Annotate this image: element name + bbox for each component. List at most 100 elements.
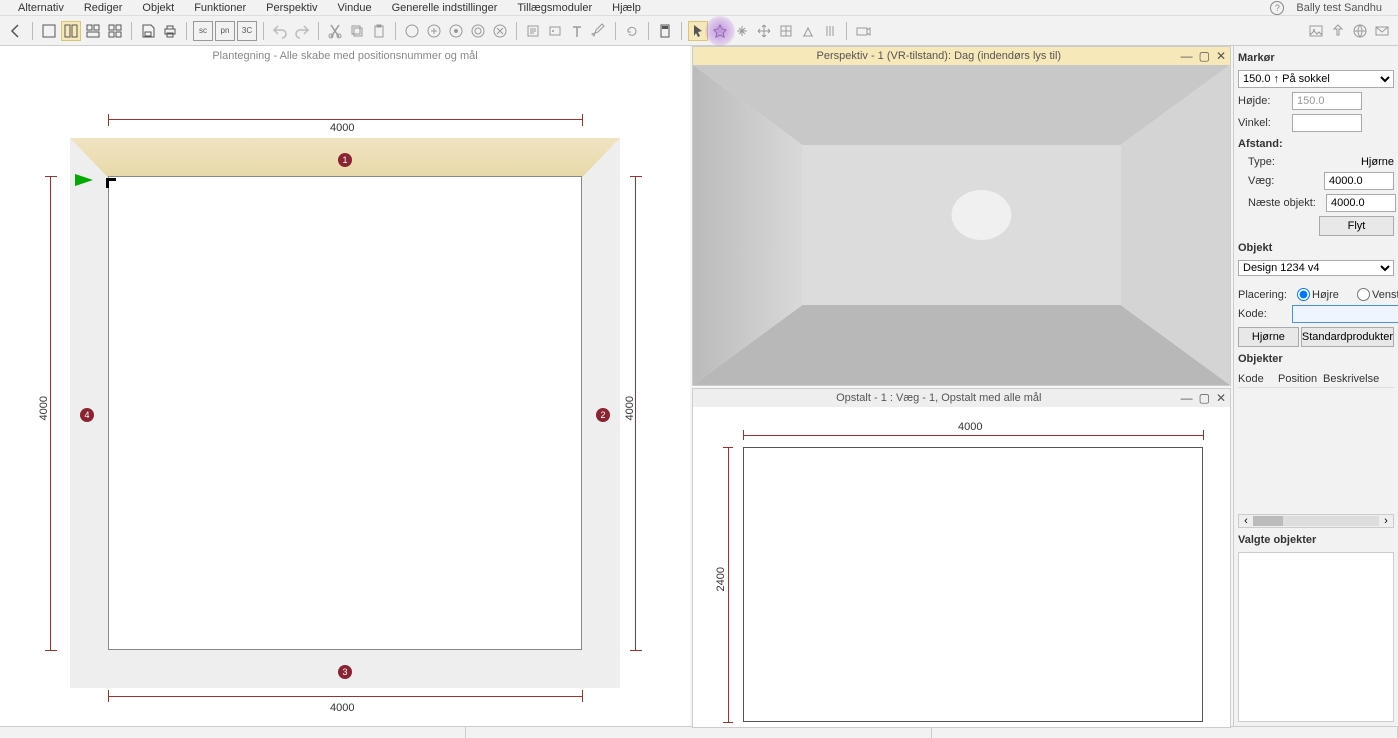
menu-tillaeg[interactable]: Tillægsmoduler bbox=[507, 0, 602, 16]
wall-badge-4[interactable]: 4 bbox=[80, 408, 94, 422]
circle-x-icon[interactable] bbox=[490, 21, 510, 41]
tag-icon[interactable] bbox=[545, 21, 565, 41]
standard-products-button[interactable]: Standardprodukter bbox=[1301, 327, 1394, 347]
menu-perspektiv[interactable]: Perspektiv bbox=[256, 0, 327, 16]
plan-view-panel[interactable]: Plantegning - Alle skabe med positionsnu… bbox=[0, 46, 690, 726]
close-icon[interactable]: ✕ bbox=[1216, 391, 1226, 405]
menu-alternativ[interactable]: Alternativ bbox=[8, 0, 74, 16]
perspective-panel: Perspektiv - 1 (VR-tilstand): Dag (inden… bbox=[692, 46, 1231, 386]
scroll-left-icon[interactable]: ‹ bbox=[1239, 515, 1253, 527]
perspective-viewport[interactable] bbox=[693, 65, 1230, 385]
elev-dim-top: 4000 bbox=[958, 421, 982, 433]
close-icon[interactable]: ✕ bbox=[1216, 49, 1226, 63]
minimize-icon[interactable]: — bbox=[1181, 49, 1193, 63]
align-icon[interactable] bbox=[820, 21, 840, 41]
plan-dim-left: 4000 bbox=[38, 396, 50, 420]
layout-4-icon[interactable] bbox=[105, 21, 125, 41]
undo-icon[interactable] bbox=[270, 21, 290, 41]
scroll-right-icon[interactable]: › bbox=[1379, 515, 1393, 527]
note-icon[interactable] bbox=[523, 21, 543, 41]
angle-input[interactable] bbox=[1292, 114, 1362, 132]
help-icon[interactable]: ? bbox=[1270, 1, 1284, 15]
elevation-title: Opstalt - 1 : Væg - 1, Opstalt med alle … bbox=[697, 392, 1181, 404]
image-icon[interactable] bbox=[1306, 21, 1326, 41]
calc-icon[interactable] bbox=[655, 21, 675, 41]
menu-bar: Alternativ Rediger Objekt Funktioner Per… bbox=[0, 0, 1398, 16]
origin-arrow-icon bbox=[75, 174, 93, 186]
move-tool-icon[interactable] bbox=[754, 21, 774, 41]
circle-icon[interactable] bbox=[402, 21, 422, 41]
objects-list[interactable] bbox=[1238, 392, 1394, 510]
globe-icon[interactable] bbox=[1350, 21, 1370, 41]
code-label: Kode: bbox=[1238, 308, 1288, 320]
wall-badge-1[interactable]: 1 bbox=[338, 153, 352, 167]
menu-generelle[interactable]: Generelle indstillinger bbox=[382, 0, 508, 16]
menu-hjaelp[interactable]: Hjælp bbox=[602, 0, 651, 16]
circle-spiral-icon[interactable] bbox=[468, 21, 488, 41]
selected-objects-label: Valgte objekter bbox=[1238, 532, 1394, 548]
markor-select[interactable]: 150.0 ↑ På sokkel bbox=[1238, 70, 1394, 88]
circle-dot-icon[interactable] bbox=[446, 21, 466, 41]
cut-icon[interactable] bbox=[325, 21, 345, 41]
selected-objects-list[interactable] bbox=[1238, 552, 1394, 722]
menu-rediger[interactable]: Rediger bbox=[74, 0, 133, 16]
text-icon[interactable] bbox=[567, 21, 587, 41]
layout-2-icon[interactable] bbox=[61, 21, 81, 41]
cursor-icon[interactable] bbox=[688, 21, 708, 41]
layout-1-icon[interactable] bbox=[39, 21, 59, 41]
objects-scrollbar[interactable]: ‹ › bbox=[1238, 514, 1394, 528]
camera-icon[interactable] bbox=[853, 21, 873, 41]
threec-badge[interactable]: 3C bbox=[237, 21, 257, 41]
paste-icon[interactable] bbox=[369, 21, 389, 41]
mail-icon[interactable] bbox=[1372, 21, 1392, 41]
corner-button[interactable]: Hjørne bbox=[1238, 327, 1299, 347]
type-label: Type: bbox=[1248, 156, 1298, 168]
menu-funktioner[interactable]: Funktioner bbox=[184, 0, 256, 16]
height-input[interactable] bbox=[1292, 92, 1362, 110]
next-object-input[interactable] bbox=[1326, 194, 1396, 212]
objects-table-header: Kode Position Beskrivelse bbox=[1238, 371, 1394, 388]
layout-3-icon[interactable] bbox=[83, 21, 103, 41]
save-icon[interactable] bbox=[138, 21, 158, 41]
menu-vindue[interactable]: Vindue bbox=[328, 0, 382, 16]
wall-distance-input[interactable] bbox=[1324, 172, 1394, 190]
placement-right-radio[interactable]: Højre bbox=[1297, 288, 1347, 301]
elevation-wall-frame[interactable] bbox=[743, 447, 1203, 722]
redo-icon[interactable] bbox=[292, 21, 312, 41]
share-icon[interactable] bbox=[1328, 21, 1348, 41]
wall-badge-3[interactable]: 3 bbox=[338, 665, 352, 679]
placement-label: Placering: bbox=[1238, 289, 1293, 301]
objects-section-label: Objekter bbox=[1238, 351, 1394, 367]
snap-icon[interactable] bbox=[798, 21, 818, 41]
maximize-icon[interactable]: ▢ bbox=[1199, 49, 1210, 63]
rotate-icon[interactable] bbox=[622, 21, 642, 41]
sc-badge[interactable]: sc bbox=[193, 21, 213, 41]
menu-objekt[interactable]: Objekt bbox=[132, 0, 184, 16]
star-tool-icon[interactable] bbox=[710, 21, 730, 41]
print-icon[interactable] bbox=[160, 21, 180, 41]
object-select[interactable]: Design 1234 v4 bbox=[1238, 260, 1394, 276]
markor-section-label: Markør bbox=[1238, 50, 1394, 66]
maximize-icon[interactable]: ▢ bbox=[1199, 391, 1210, 405]
height-label: Højde: bbox=[1238, 95, 1288, 107]
edit-icon[interactable] bbox=[589, 21, 609, 41]
perspective-title: Perspektiv - 1 (VR-tilstand): Dag (inden… bbox=[697, 50, 1181, 62]
next-object-label: Næste objekt: bbox=[1248, 197, 1318, 209]
plan-dim-top: 4000 bbox=[330, 122, 354, 134]
back-icon[interactable] bbox=[6, 21, 26, 41]
placement-left-radio[interactable]: Venstre bbox=[1357, 288, 1398, 301]
grid-icon[interactable] bbox=[776, 21, 796, 41]
elevation-viewport[interactable]: 4000 2400 bbox=[693, 407, 1230, 727]
copy-icon[interactable] bbox=[347, 21, 367, 41]
star2-icon[interactable] bbox=[732, 21, 752, 41]
corner-type-value: Hjørne bbox=[1361, 156, 1394, 168]
pn-badge[interactable]: pn bbox=[215, 21, 235, 41]
room-interior[interactable] bbox=[108, 176, 582, 650]
elev-dim-left: 2400 bbox=[715, 567, 727, 591]
code-input[interactable] bbox=[1292, 305, 1398, 323]
minimize-icon[interactable]: — bbox=[1181, 391, 1193, 405]
object-section-label: Objekt bbox=[1238, 240, 1394, 256]
wall-badge-2[interactable]: 2 bbox=[596, 408, 610, 422]
move-button[interactable]: Flyt bbox=[1319, 216, 1394, 236]
circle-plus-icon[interactable] bbox=[424, 21, 444, 41]
